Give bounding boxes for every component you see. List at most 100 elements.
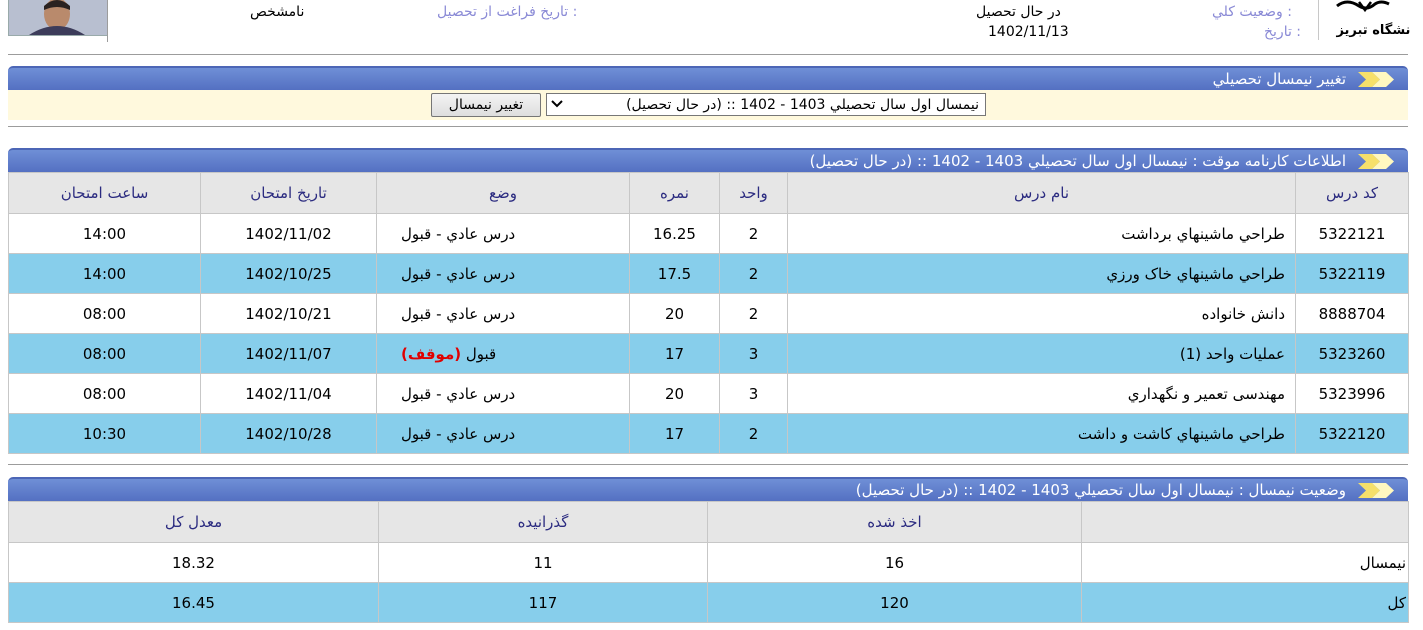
- student-photo: [8, 0, 108, 36]
- course-grade: 17: [629, 413, 720, 454]
- course-units: 2: [719, 413, 788, 454]
- exam-time: 08:00: [8, 373, 201, 414]
- course-code: 5323996: [1295, 373, 1409, 414]
- course-status: درس عادي - قبول: [376, 293, 630, 334]
- units-passed: 117: [378, 582, 708, 623]
- row-label: کل: [1081, 582, 1409, 623]
- status-header-row: اخذ شده گذرانيده معدل کل: [8, 501, 1409, 543]
- units-taken: 120: [707, 582, 1082, 623]
- course-status: درس عادي - قبول: [376, 253, 630, 294]
- exam-date: 1402/10/21: [200, 293, 377, 334]
- semester-change-header: تغيير نيمسال تحصيلي: [8, 66, 1408, 90]
- course-status-text: درس عادي - قبول: [401, 224, 516, 243]
- table-row: نيمسال 16 11 18.32: [8, 542, 1409, 583]
- section-rule-1: [8, 126, 1408, 127]
- column-header-status: وضع: [376, 172, 630, 214]
- table-row: 8888704 دانش خانواده 2 20 درس عادي - قبو…: [8, 293, 1409, 334]
- course-grade: 20: [629, 373, 720, 414]
- column-header-name: نام درس: [787, 172, 1296, 214]
- column-header-passed: گذرانيده: [378, 501, 708, 543]
- column-header-gpa: معدل کل: [8, 501, 379, 543]
- course-code: 5323260: [1295, 333, 1409, 374]
- column-header-code: کد درس: [1295, 172, 1409, 214]
- gpa-value: 18.32: [8, 542, 379, 583]
- date-label: تاريخ :: [1264, 24, 1302, 40]
- logo-text: دانشگاه تبریز: [1335, 22, 1411, 38]
- semester-change-panel: تغيير نيمسال تحصيلي نيمسال اول سال تحصيل…: [8, 66, 1408, 120]
- column-header-row-label: [1081, 501, 1409, 543]
- course-grade: 16.25: [629, 213, 720, 254]
- exam-time: 08:00: [8, 333, 201, 374]
- exam-date: 1402/11/04: [200, 373, 377, 414]
- course-code: 5322120: [1295, 413, 1409, 454]
- semester-status-header: وضعيت نيمسال : نيمسال اول سال تحصيلي 140…: [8, 477, 1408, 501]
- chevron-down-icon: [551, 97, 563, 113]
- course-name: دانش خانواده: [787, 293, 1296, 334]
- course-code: 5322119: [1295, 253, 1409, 294]
- course-units: 3: [719, 373, 788, 414]
- change-semester-button[interactable]: تغيير نيمسال: [431, 93, 541, 117]
- row-label: نيمسال: [1081, 542, 1409, 583]
- course-status: درس عادي - قبول: [376, 413, 630, 454]
- semester-select[interactable]: نيمسال اول سال تحصيلي 1403 - 1402 :: (در…: [546, 93, 986, 116]
- table-row: 5322120 طراحي ماشينهاي کاشت و داشت 2 17 …: [8, 413, 1409, 454]
- column-header-units: واحد: [719, 172, 788, 214]
- course-status-text: درس عادي - قبول: [401, 384, 516, 403]
- exam-date: 1402/11/02: [200, 213, 377, 254]
- course-units: 2: [719, 213, 788, 254]
- course-name: عمليات واحد (1): [787, 333, 1296, 374]
- semester-status-title: وضعيت نيمسال : نيمسال اول سال تحصيلي 140…: [855, 481, 1346, 499]
- top-header: دانشگاه تبریز وضعيت کلي : تاريخ : در حال…: [0, 0, 1411, 42]
- double-chevron-icon: [1358, 72, 1394, 87]
- column-header-taken: اخذ شده: [707, 501, 1082, 543]
- column-header-grade: نمره: [629, 172, 720, 214]
- exam-time: 10:30: [8, 413, 201, 454]
- transcript-panel: اطلاعات کارنامه موقت : نيمسال اول سال تح…: [8, 148, 1409, 454]
- course-status-text: درس عادي - قبول: [401, 264, 516, 283]
- header-divider: [107, 0, 108, 42]
- course-grade: 20: [629, 293, 720, 334]
- transcript-header: اطلاعات کارنامه موقت : نيمسال اول سال تح…: [8, 148, 1408, 172]
- semester-change-title: تغيير نيمسال تحصيلي: [1212, 70, 1346, 88]
- column-header-exam-time: ساعت امتحان: [8, 172, 201, 214]
- course-status: درس عادي - قبول: [376, 213, 630, 254]
- course-status-text: درس عادي - قبول: [401, 424, 516, 443]
- transcript-title: اطلاعات کارنامه موقت : نيمسال اول سال تح…: [809, 152, 1346, 170]
- units-taken: 16: [707, 542, 1082, 583]
- graduation-date-label: تاريخ فراغت از تحصيل :: [437, 4, 578, 20]
- course-name: طراحي ماشينهاي برداشت: [787, 213, 1296, 254]
- table-row: کل 120 117 16.45: [8, 582, 1409, 623]
- course-units: 2: [719, 253, 788, 294]
- university-logo: دانشگاه تبریز: [1318, 0, 1411, 40]
- conditional-status-badge: (موقف): [401, 344, 462, 363]
- semester-status-panel: وضعيت نيمسال : نيمسال اول سال تحصيلي 140…: [8, 477, 1409, 623]
- semester-select-value: نيمسال اول سال تحصيلي 1403 - 1402 :: (در…: [626, 96, 979, 113]
- course-status: درس عادي - قبول: [376, 373, 630, 414]
- units-passed: 11: [378, 542, 708, 583]
- exam-time: 08:00: [8, 293, 201, 334]
- course-code: 5322121: [1295, 213, 1409, 254]
- header-bottom-rule: [8, 54, 1408, 55]
- double-chevron-icon: [1358, 483, 1394, 498]
- course-status-text: درس عادي - قبول: [401, 304, 516, 323]
- overall-status-value: در حال تحصيل: [976, 4, 1061, 20]
- overall-status-label: وضعيت کلي :: [1212, 4, 1292, 20]
- semester-status-table: اخذ شده گذرانيده معدل کل نيمسال 16 11 18…: [8, 501, 1409, 623]
- exam-date: 1402/10/25: [200, 253, 377, 294]
- course-name: طراحي ماشينهاي خاک ورزي: [787, 253, 1296, 294]
- double-chevron-icon: [1358, 154, 1394, 169]
- course-units: 3: [719, 333, 788, 374]
- semester-select-row: نيمسال اول سال تحصيلي 1403 - 1402 :: (در…: [8, 90, 1408, 120]
- course-name: طراحي ماشينهاي کاشت و داشت: [787, 413, 1296, 454]
- table-row: 5323996 مهندسی تعمیر و نگهداري 3 20 درس …: [8, 373, 1409, 414]
- course-code: 8888704: [1295, 293, 1409, 334]
- table-row: 5322121 طراحي ماشينهاي برداشت 2 16.25 در…: [8, 213, 1409, 254]
- course-grade: 17: [629, 333, 720, 374]
- course-status-text: قبول: [465, 344, 497, 363]
- transcript-table: کد درس نام درس واحد نمره وضع تاريخ امتحا…: [8, 172, 1409, 454]
- exam-time: 14:00: [8, 213, 201, 254]
- table-row: 5322119 طراحي ماشينهاي خاک ورزي 2 17.5 د…: [8, 253, 1409, 294]
- transcript-header-row: کد درس نام درس واحد نمره وضع تاريخ امتحا…: [8, 172, 1409, 214]
- course-status: قبول (موقف): [376, 333, 630, 374]
- exam-time: 14:00: [8, 253, 201, 294]
